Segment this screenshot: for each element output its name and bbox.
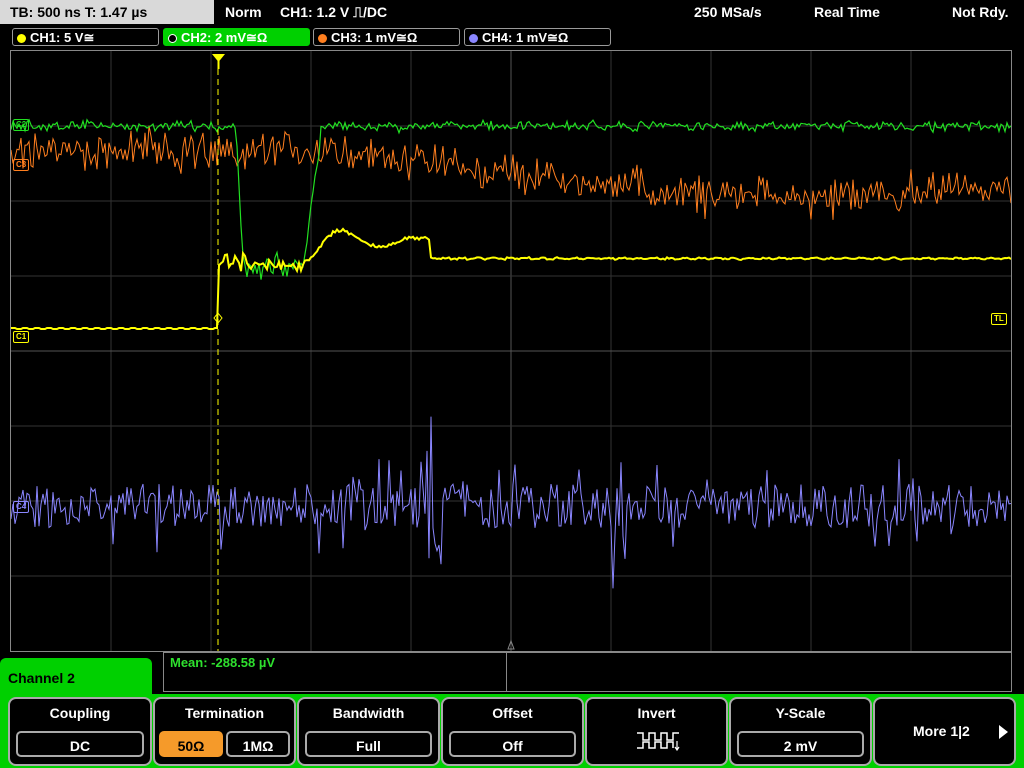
more-label: More 1|2 xyxy=(913,723,970,739)
next-arrow-icon xyxy=(999,725,1009,744)
channel-tab-ch1[interactable]: CH1: 5 V≅ xyxy=(12,28,159,46)
divider xyxy=(506,653,507,691)
trigger-mode[interactable]: Norm xyxy=(225,0,262,24)
softkey-title: Y-Scale xyxy=(775,705,826,721)
waveform-canvas xyxy=(11,51,1011,651)
measurement-panel: Mean: -288.58 µV xyxy=(163,652,1012,692)
offset-softkey[interactable]: Offset Off xyxy=(441,697,584,766)
offset-value[interactable]: Off xyxy=(449,731,576,757)
channel-tab-ch4[interactable]: CH4: 1 mV≅Ω xyxy=(464,28,611,46)
coupling-value[interactable]: DC xyxy=(16,731,144,757)
more-softkey[interactable]: More 1|2 xyxy=(873,697,1016,766)
sample-rate: 250 MSa/s xyxy=(694,4,762,20)
channel-label: CH4: 1 mV≅Ω xyxy=(482,30,569,45)
yscale-value[interactable]: 2 mV xyxy=(737,731,864,757)
bandwidth-softkey[interactable]: Bandwidth Full xyxy=(297,697,440,766)
termination-option-50ohm[interactable]: 50Ω xyxy=(159,731,223,757)
termination-softkey[interactable]: Termination 50Ω 1MΩ xyxy=(153,697,296,766)
softkey-title: Offset xyxy=(492,705,533,721)
yscale-softkey[interactable]: Y-Scale 2 mV xyxy=(729,697,872,766)
channel-color-dot xyxy=(469,34,478,43)
channel-label: CH1: 5 V≅ xyxy=(30,30,95,45)
acquisition-mode: Real Time xyxy=(814,4,880,20)
channel-label: CH2: 2 mV≅Ω xyxy=(181,30,268,45)
channel-color-dot xyxy=(17,34,26,43)
graticule xyxy=(11,51,1011,651)
invert-waveform-icon xyxy=(635,729,681,756)
ch2-level-marker[interactable]: C2 xyxy=(13,119,30,131)
channel-tab-ch2[interactable]: CH2: 2 mV≅Ω xyxy=(163,28,310,46)
softkey-title: Termination xyxy=(184,705,265,721)
waveform-display[interactable]: C2 C3 C1 C4 TL xyxy=(10,50,1012,652)
menu-title-tab: Channel 2 xyxy=(0,658,152,698)
trigger-source[interactable]: CH1: 1.2 V ⎍/DC xyxy=(280,0,387,24)
channel-label: CH3: 1 mV≅Ω xyxy=(331,30,418,45)
trigger-position-icon[interactable] xyxy=(212,54,225,69)
termination-option-1mohm[interactable]: 1MΩ xyxy=(226,731,290,757)
channel-color-dot xyxy=(168,34,177,43)
trigger-status: Not Rdy. xyxy=(952,4,1009,20)
mean-measurement: Mean: -288.58 µV xyxy=(170,655,276,670)
channel-tab-ch3[interactable]: CH3: 1 mV≅Ω xyxy=(313,28,460,46)
softkey-title: Invert xyxy=(637,705,676,721)
timebase-readout[interactable]: TB: 500 ns T: 1.47 µs xyxy=(0,0,214,24)
invert-softkey[interactable]: Invert xyxy=(585,697,728,766)
softkey-title: Coupling xyxy=(49,705,111,721)
channel-color-dot xyxy=(318,34,327,43)
bandwidth-value[interactable]: Full xyxy=(305,731,432,757)
coupling-softkey[interactable]: Coupling DC xyxy=(8,697,152,766)
ch4-level-marker[interactable]: C4 xyxy=(13,501,30,513)
softkey-title: Bandwidth xyxy=(332,705,405,721)
ch3-level-marker[interactable]: C3 xyxy=(13,159,30,171)
ch1-level-marker[interactable]: C1 xyxy=(13,331,30,343)
trigger-level-marker[interactable]: TL xyxy=(991,313,1007,325)
